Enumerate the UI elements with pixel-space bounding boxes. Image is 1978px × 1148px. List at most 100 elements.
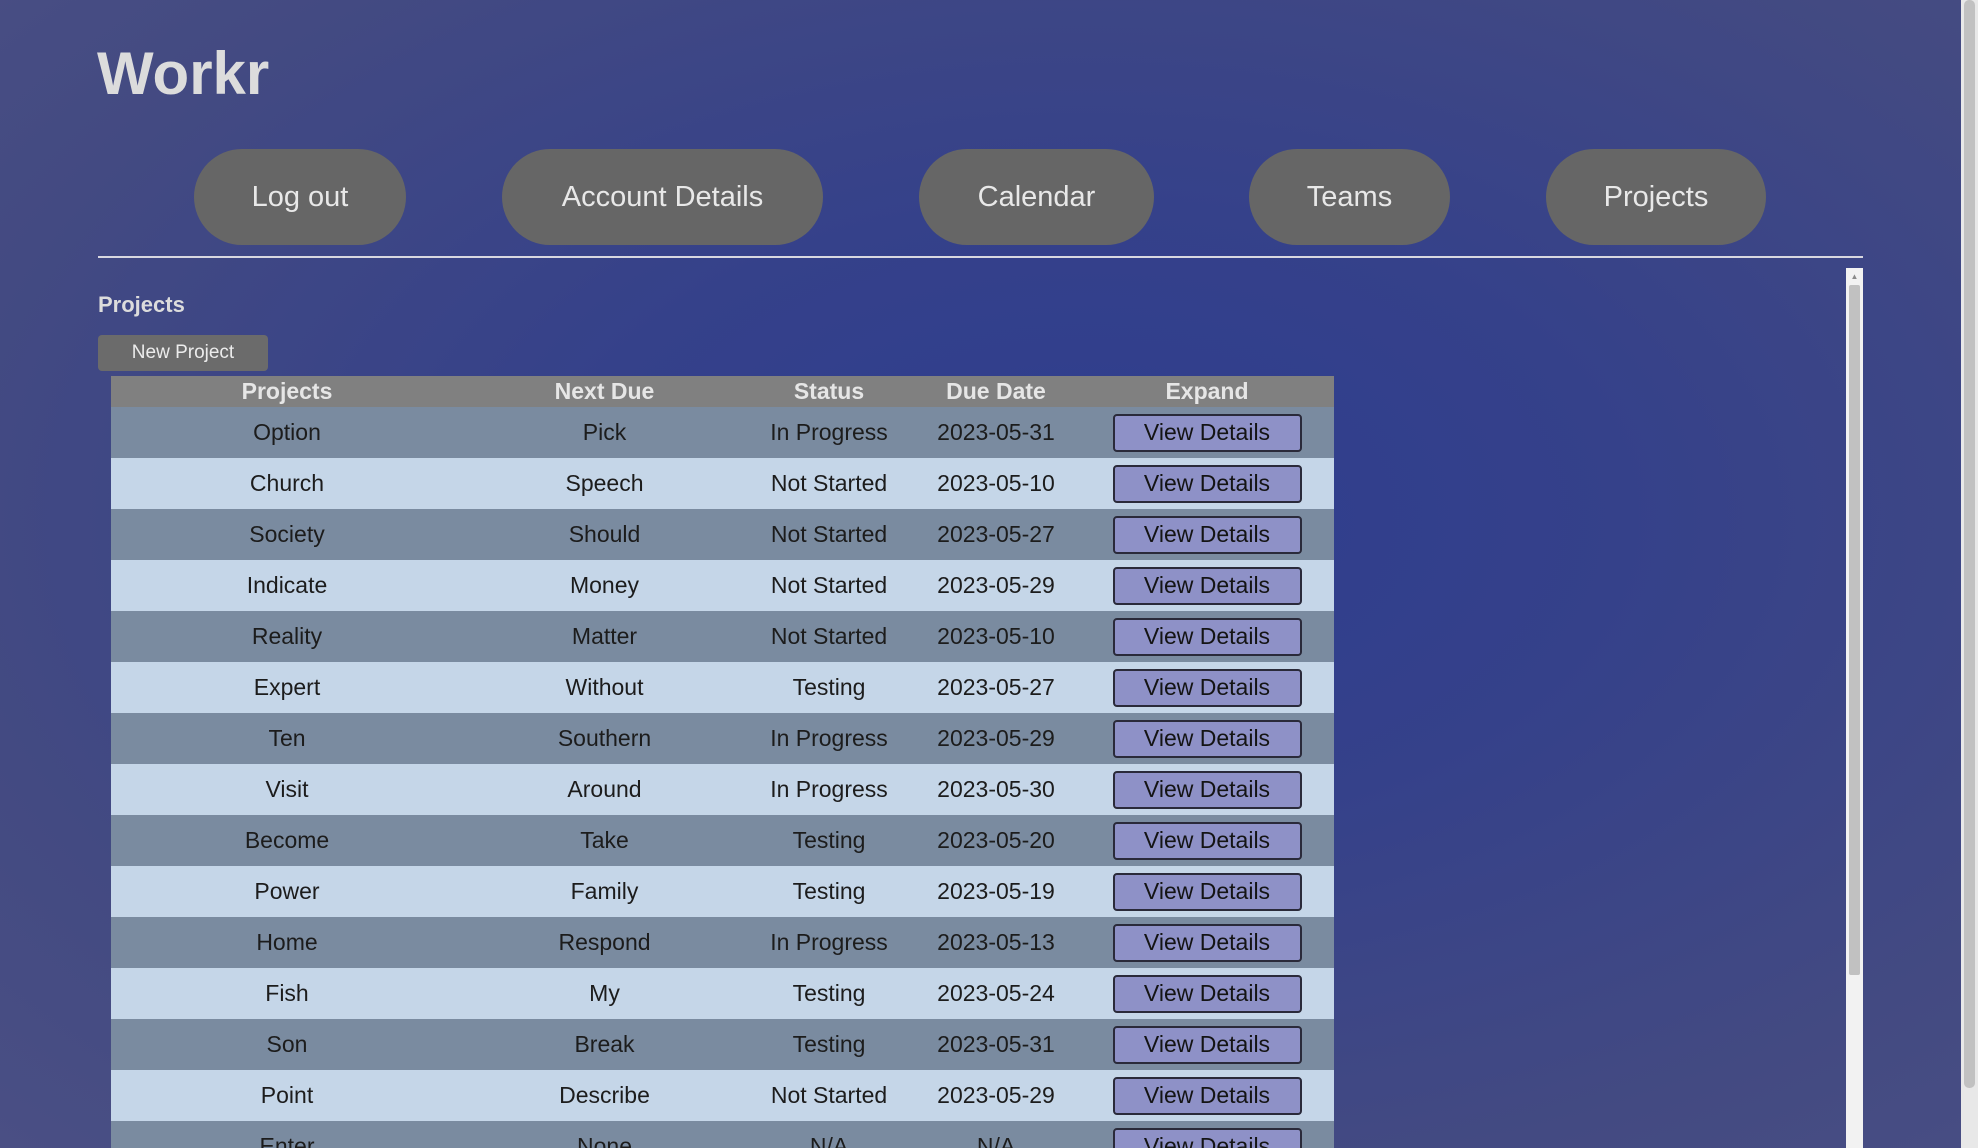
next-due-cell: Around bbox=[463, 764, 746, 815]
view-details-button[interactable]: View Details bbox=[1112, 413, 1302, 452]
view-details-button[interactable]: View Details bbox=[1112, 872, 1302, 911]
due-date-cell: 2023-05-19 bbox=[912, 866, 1080, 917]
table-row: Enter None N/A N/A View Details bbox=[111, 1121, 1334, 1148]
status-cell: In Progress bbox=[746, 764, 912, 815]
status-cell: In Progress bbox=[746, 407, 912, 458]
expand-cell: View Details bbox=[1080, 968, 1334, 1019]
scroll-up-arrow-icon[interactable]: ▲ bbox=[1846, 268, 1863, 285]
expand-cell: View Details bbox=[1080, 866, 1334, 917]
project-name-cell: Indicate bbox=[111, 560, 463, 611]
due-date-cell: 2023-05-27 bbox=[912, 662, 1080, 713]
view-details-button[interactable]: View Details bbox=[1112, 1127, 1302, 1148]
section-title: Projects bbox=[98, 292, 185, 317]
projects-table: Projects Next Due Status Due Date Expand… bbox=[111, 376, 1334, 1148]
expand-cell: View Details bbox=[1080, 713, 1334, 764]
project-name-cell: Ten bbox=[111, 713, 463, 764]
nav-projects-button[interactable]: Projects bbox=[1546, 149, 1766, 245]
status-cell: Testing bbox=[746, 815, 912, 866]
due-date-cell: 2023-05-29 bbox=[912, 1070, 1080, 1121]
expand-cell: View Details bbox=[1080, 407, 1334, 458]
page-scrollbar-thumb[interactable] bbox=[1964, 0, 1975, 1088]
table-scrollbar-thumb[interactable] bbox=[1849, 285, 1860, 975]
next-due-cell: Pick bbox=[463, 407, 746, 458]
table-row: Society Should Not Started 2023-05-27 Vi… bbox=[111, 509, 1334, 560]
next-due-cell: Speech bbox=[463, 458, 746, 509]
table-row: Home Respond In Progress 2023-05-13 View… bbox=[111, 917, 1334, 968]
view-details-button[interactable]: View Details bbox=[1112, 515, 1302, 554]
table-row: Expert Without Testing 2023-05-27 View D… bbox=[111, 662, 1334, 713]
column-header-projects: Projects bbox=[111, 376, 463, 407]
table-row: Reality Matter Not Started 2023-05-10 Vi… bbox=[111, 611, 1334, 662]
project-name-cell: Point bbox=[111, 1070, 463, 1121]
due-date-cell: 2023-05-30 bbox=[912, 764, 1080, 815]
due-date-cell: 2023-05-29 bbox=[912, 713, 1080, 764]
table-row: Church Speech Not Started 2023-05-10 Vie… bbox=[111, 458, 1334, 509]
next-due-cell: Describe bbox=[463, 1070, 746, 1121]
expand-cell: View Details bbox=[1080, 764, 1334, 815]
status-cell: In Progress bbox=[746, 713, 912, 764]
view-details-button[interactable]: View Details bbox=[1112, 923, 1302, 962]
expand-cell: View Details bbox=[1080, 815, 1334, 866]
expand-cell: View Details bbox=[1080, 1121, 1334, 1148]
app-title: Workr bbox=[97, 40, 270, 107]
project-name-cell: Option bbox=[111, 407, 463, 458]
next-due-cell: Family bbox=[463, 866, 746, 917]
view-details-button[interactable]: View Details bbox=[1112, 617, 1302, 656]
view-details-button[interactable]: View Details bbox=[1112, 821, 1302, 860]
table-scrollbar[interactable]: ▲ bbox=[1846, 268, 1863, 1148]
project-name-cell: Visit bbox=[111, 764, 463, 815]
main-nav: Log out Account Details Calendar Teams P… bbox=[0, 149, 1978, 245]
expand-cell: View Details bbox=[1080, 509, 1334, 560]
expand-cell: View Details bbox=[1080, 1070, 1334, 1121]
next-due-cell: Should bbox=[463, 509, 746, 560]
status-cell: Testing bbox=[746, 662, 912, 713]
column-header-due-date: Due Date bbox=[912, 376, 1080, 407]
due-date-cell: 2023-05-31 bbox=[912, 407, 1080, 458]
expand-cell: View Details bbox=[1080, 560, 1334, 611]
project-name-cell: Society bbox=[111, 509, 463, 560]
nav-logout-button[interactable]: Log out bbox=[194, 149, 406, 245]
view-details-button[interactable]: View Details bbox=[1112, 566, 1302, 605]
view-details-button[interactable]: View Details bbox=[1112, 719, 1302, 758]
expand-cell: View Details bbox=[1080, 1019, 1334, 1070]
view-details-button[interactable]: View Details bbox=[1112, 770, 1302, 809]
table-row: Ten Southern In Progress 2023-05-29 View… bbox=[111, 713, 1334, 764]
table-row: Option Pick In Progress 2023-05-31 View … bbox=[111, 407, 1334, 458]
next-due-cell: None bbox=[463, 1121, 746, 1148]
table-row: Point Describe Not Started 2023-05-29 Vi… bbox=[111, 1070, 1334, 1121]
expand-cell: View Details bbox=[1080, 662, 1334, 713]
next-due-cell: Break bbox=[463, 1019, 746, 1070]
project-name-cell: Fish bbox=[111, 968, 463, 1019]
expand-cell: View Details bbox=[1080, 458, 1334, 509]
table-row: Son Break Testing 2023-05-31 View Detail… bbox=[111, 1019, 1334, 1070]
next-due-cell: Without bbox=[463, 662, 746, 713]
due-date-cell: 2023-05-10 bbox=[912, 611, 1080, 662]
table-header-row: Projects Next Due Status Due Date Expand bbox=[111, 376, 1334, 407]
project-name-cell: Power bbox=[111, 866, 463, 917]
view-details-button[interactable]: View Details bbox=[1112, 464, 1302, 503]
next-due-cell: Southern bbox=[463, 713, 746, 764]
nav-teams-button[interactable]: Teams bbox=[1249, 149, 1450, 245]
status-cell: Testing bbox=[746, 1019, 912, 1070]
due-date-cell: N/A bbox=[912, 1121, 1080, 1148]
status-cell: Not Started bbox=[746, 560, 912, 611]
view-details-button[interactable]: View Details bbox=[1112, 974, 1302, 1013]
nav-account-details-button[interactable]: Account Details bbox=[502, 149, 823, 245]
view-details-button[interactable]: View Details bbox=[1112, 668, 1302, 707]
due-date-cell: 2023-05-13 bbox=[912, 917, 1080, 968]
page-scrollbar[interactable] bbox=[1961, 0, 1978, 1148]
new-project-button[interactable]: New Project bbox=[98, 335, 268, 371]
project-name-cell: Son bbox=[111, 1019, 463, 1070]
status-cell: N/A bbox=[746, 1121, 912, 1148]
due-date-cell: 2023-05-31 bbox=[912, 1019, 1080, 1070]
project-name-cell: Reality bbox=[111, 611, 463, 662]
status-cell: In Progress bbox=[746, 917, 912, 968]
next-due-cell: Respond bbox=[463, 917, 746, 968]
nav-calendar-button[interactable]: Calendar bbox=[919, 149, 1154, 245]
table-row: Indicate Money Not Started 2023-05-29 Vi… bbox=[111, 560, 1334, 611]
project-name-cell: Church bbox=[111, 458, 463, 509]
view-details-button[interactable]: View Details bbox=[1112, 1076, 1302, 1115]
column-header-expand: Expand bbox=[1080, 376, 1334, 407]
view-details-button[interactable]: View Details bbox=[1112, 1025, 1302, 1064]
due-date-cell: 2023-05-29 bbox=[912, 560, 1080, 611]
